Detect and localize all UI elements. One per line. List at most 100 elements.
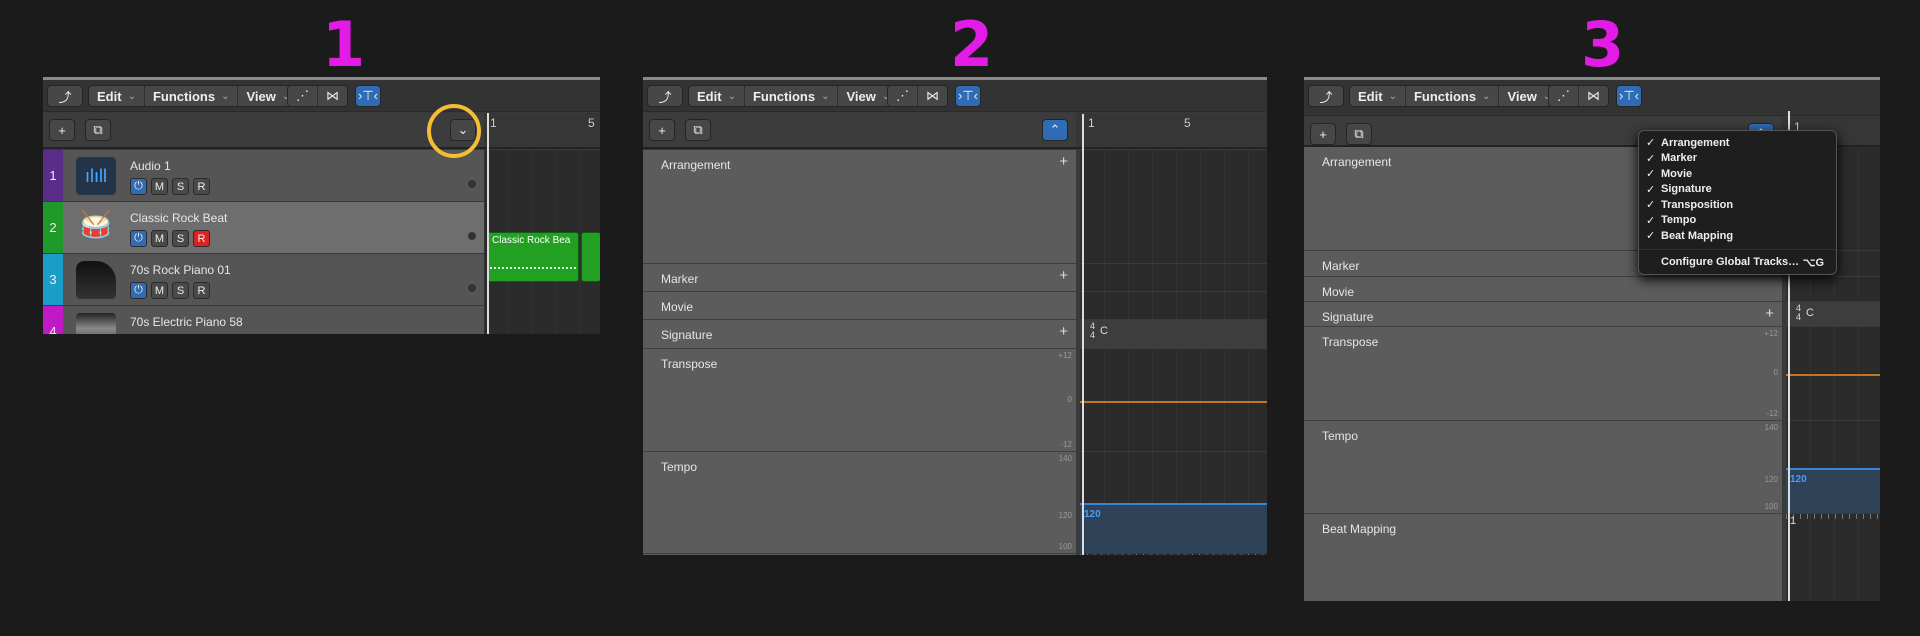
mute-button[interactable]: M — [151, 178, 168, 195]
menu-item-configure-global-tracks[interactable]: Configure Global Tracks… ⌥G — [1639, 255, 1836, 271]
lane-beat-mapping[interactable]: 1 — [1786, 514, 1880, 601]
add-icon[interactable]: + — [1059, 267, 1068, 284]
solo-button[interactable]: S — [172, 282, 189, 299]
automation-icon[interactable]: ⋰ — [888, 86, 918, 106]
lane-arrangement[interactable] — [1080, 150, 1267, 264]
lane-transpose[interactable] — [1080, 349, 1267, 452]
menu-item-marker[interactable]: ✓ Marker — [1639, 151, 1836, 167]
track-row[interactable]: 3 70s Rock Piano 01 ⏻ M S R — [43, 254, 484, 306]
global-track-beat-mapping[interactable]: Beat Mapping — [1304, 514, 1782, 601]
functions-menu[interactable]: Functions ⌄ — [1406, 86, 1500, 106]
global-track-signature[interactable]: Signature + — [643, 320, 1076, 349]
global-track-transpose[interactable]: Transpose +12 0 -12 — [1304, 327, 1782, 421]
mute-button[interactable]: M — [151, 282, 168, 299]
record-button[interactable]: R — [193, 230, 210, 247]
region-classic-rock-beat[interactable]: Classic Rock Bea — [487, 232, 579, 282]
lane-movie[interactable] — [1080, 292, 1267, 320]
track-row[interactable]: 1 ılıll Audio 1 ⏻ M S R — [43, 150, 484, 202]
scale-label: 100 — [1764, 502, 1778, 511]
add-track-button[interactable]: + — [49, 119, 75, 141]
lane-tempo[interactable]: 120 — [1080, 452, 1267, 554]
solo-button[interactable]: S — [172, 178, 189, 195]
power-button[interactable]: ⏻ — [130, 282, 147, 299]
edit-menu[interactable]: Edit ⌄ — [1350, 86, 1406, 106]
tempo-line[interactable]: 120 — [1080, 503, 1267, 553]
catch-playhead-button[interactable]: ›⊤‹ — [955, 85, 981, 107]
mute-button[interactable]: M — [151, 230, 168, 247]
playhead[interactable] — [487, 113, 489, 334]
edit-menu[interactable]: Edit ⌄ — [89, 86, 145, 106]
global-track-label: Signature — [1322, 310, 1374, 324]
global-tracks-button[interactable]: ⌃ — [1042, 119, 1068, 141]
ruler-bar-1: 1 — [1088, 116, 1095, 130]
global-track-transpose[interactable]: Transpose +12 0 -12 — [643, 349, 1076, 452]
functions-menu[interactable]: Functions ⌄ — [745, 86, 839, 106]
track-row[interactable]: 2 🥁 Classic Rock Beat ⏻ M S R — [43, 202, 484, 254]
global-track-movie[interactable]: Movie — [1304, 277, 1782, 302]
add-icon[interactable]: + — [1765, 305, 1774, 322]
global-track-label: Arrangement — [1322, 155, 1392, 169]
ruler[interactable]: 15 — [1076, 113, 1267, 149]
global-track-movie[interactable]: Movie — [643, 292, 1076, 320]
back-button[interactable]: ⤴ — [47, 85, 83, 107]
menu-item-movie[interactable]: ✓ Movie — [1639, 166, 1836, 182]
lane-beat-mapping[interactable]: 15 — [1080, 554, 1267, 555]
back-button[interactable]: ⤴ — [1308, 85, 1344, 107]
functions-menu[interactable]: Functions ⌄ — [145, 86, 239, 106]
record-button[interactable]: R — [193, 282, 210, 299]
duplicate-track-button[interactable]: ⧉ — [85, 119, 111, 141]
global-track-beat-mapping[interactable]: Beat Mapping — [643, 554, 1076, 555]
automation-icon[interactable]: ⋰ — [288, 86, 318, 106]
beat-bar-1: 1 — [1790, 515, 1797, 527]
power-button[interactable]: ⏻ — [130, 230, 147, 247]
flex-icon[interactable]: ⋈ — [318, 86, 347, 106]
track-name: Audio 1 — [130, 159, 171, 173]
region-next[interactable] — [581, 232, 600, 282]
automation-icon[interactable]: ⋰ — [1549, 86, 1579, 106]
duplicate-track-button[interactable]: ⧉ — [685, 119, 711, 141]
checkmark-icon: ✓ — [1646, 183, 1656, 196]
global-track-marker[interactable]: Marker + — [643, 264, 1076, 292]
global-track-signature[interactable]: Signature + — [1304, 302, 1782, 327]
track-row[interactable]: 4 70s Electric Piano 58 ⏻MSR — [43, 306, 484, 334]
record-button[interactable]: R — [193, 178, 210, 195]
toolbar: ⤴ Edit⌄Functions⌄View⌄ ⋰⋈ ›⊤‹ — [43, 80, 600, 112]
add-icon[interactable]: + — [1059, 323, 1068, 340]
global-track-tempo[interactable]: Tempo 140 120 100 — [1304, 421, 1782, 514]
transpose-line[interactable] — [1080, 400, 1267, 403]
flex-icon[interactable]: ⋈ — [918, 86, 947, 106]
lane-transpose[interactable] — [1786, 327, 1880, 421]
flex-icon[interactable]: ⋈ — [1579, 86, 1608, 106]
back-button[interactable]: ⤴ — [647, 85, 683, 107]
power-button[interactable]: ⏻ — [130, 178, 147, 195]
global-track-label: Signature — [661, 328, 713, 342]
lane-tempo[interactable]: 120 — [1786, 421, 1880, 514]
lane-marker[interactable] — [1080, 264, 1267, 292]
add-track-button[interactable]: + — [1310, 123, 1336, 145]
menu-item-beat-mapping[interactable]: ✓ Beat Mapping — [1639, 228, 1836, 244]
track-number: 4 — [43, 306, 63, 334]
menu-item-arrangement[interactable]: ✓ Arrangement — [1639, 135, 1836, 151]
playhead[interactable] — [1082, 114, 1084, 555]
add-track-button[interactable]: + — [649, 119, 675, 141]
key-label: C — [1100, 325, 1108, 337]
menu-item-tempo[interactable]: ✓ Tempo — [1639, 213, 1836, 229]
add-icon[interactable]: + — [1059, 153, 1068, 170]
ruler[interactable]: 15 — [484, 113, 600, 149]
catch-playhead-button[interactable]: ›⊤‹ — [355, 85, 381, 107]
catch-playhead-button[interactable]: ›⊤‹ — [1616, 85, 1642, 107]
global-track-arrangement[interactable]: Arrangement + — [643, 150, 1076, 264]
tempo-line[interactable]: 120 — [1786, 467, 1880, 513]
track-number: 2 — [43, 202, 63, 253]
transpose-line[interactable] — [1786, 374, 1880, 376]
edit-menu[interactable]: Edit ⌄ — [689, 86, 745, 106]
global-track-tempo[interactable]: Tempo 140 120 100 — [643, 452, 1076, 554]
scale-label: 140 — [1058, 454, 1072, 463]
duplicate-track-button[interactable]: ⧉ — [1346, 123, 1372, 145]
solo-button[interactable]: S — [172, 230, 189, 247]
lane-signature[interactable]: 44C — [1080, 320, 1267, 349]
lane-signature[interactable]: 44C — [1786, 302, 1880, 327]
lane-movie[interactable] — [1786, 277, 1880, 302]
menu-item-signature[interactable]: ✓ Signature — [1639, 182, 1836, 198]
menu-item-transposition[interactable]: ✓ Transposition — [1639, 197, 1836, 213]
